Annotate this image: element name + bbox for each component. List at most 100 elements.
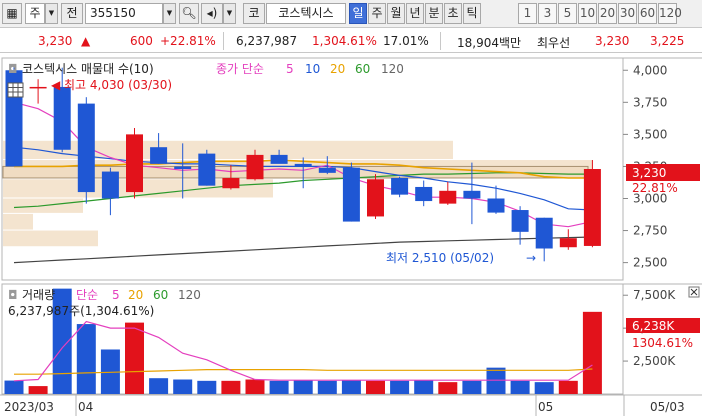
ma20-label: 20 xyxy=(330,62,345,76)
price-tick-label: 2,500 xyxy=(633,256,667,270)
volume-bar xyxy=(317,380,337,394)
candle-body xyxy=(126,134,143,193)
market-dropdown-arrow[interactable]: ▼ xyxy=(45,3,58,24)
interval-button-1[interactable]: 3 xyxy=(538,3,557,24)
volume-ratio: 1,304.61% xyxy=(312,34,377,48)
chart-menu-icon[interactable]: ▦ xyxy=(2,3,22,24)
volume-bar xyxy=(534,382,554,394)
period-tab-2[interactable]: 월 xyxy=(387,3,405,24)
high-arrow-icon: ◀ xyxy=(51,78,61,92)
volume-bar xyxy=(125,322,144,394)
volume-bar xyxy=(293,380,313,394)
volume-bar xyxy=(221,380,241,394)
best-ask-price: 3,230 xyxy=(595,34,630,48)
candle-body xyxy=(342,167,360,222)
search-icon[interactable]: 🔍︎ xyxy=(179,3,199,24)
candle-body xyxy=(77,103,95,193)
code-dropdown-arrow[interactable]: ▼ xyxy=(163,3,176,24)
interval-button-2[interactable]: 5 xyxy=(558,3,577,24)
volume-bar xyxy=(173,379,193,394)
current-pct-tag: 22.81% xyxy=(632,181,678,195)
volume-profile-band xyxy=(3,213,33,230)
price-tick-label: 4,000 xyxy=(633,63,667,77)
speaker-dropdown-arrow[interactable]: ▼ xyxy=(223,3,236,24)
volume-bar xyxy=(4,380,24,394)
stock-chart[interactable]: 4,0003,7503,5003,2503,0002,7502,500 ◘ 코스… xyxy=(0,54,702,417)
period-tab-6[interactable]: 틱 xyxy=(463,3,481,24)
price-chart-title: 코스텍시스 매물대 수(10) xyxy=(22,62,154,76)
x-label-april: 04 xyxy=(78,400,93,414)
ma120-label: 120 xyxy=(381,62,404,76)
volume-bar xyxy=(582,311,602,394)
period-tab-5[interactable]: 초 xyxy=(444,3,462,24)
volume-bar xyxy=(558,380,578,394)
candle-body xyxy=(415,186,433,202)
volume-ma-label: 단순 xyxy=(76,288,98,302)
candle-body xyxy=(559,238,577,248)
price-tick-label: 3,750 xyxy=(633,95,667,109)
period-tab-1[interactable]: 주 xyxy=(368,3,386,24)
candle-body xyxy=(391,177,409,195)
stock-name-field[interactable]: 코스텍시스 xyxy=(266,3,346,24)
price-tick-label: 2,750 xyxy=(633,224,667,238)
candle-body xyxy=(150,147,168,164)
candle-body xyxy=(367,179,384,217)
period-tab-0[interactable]: 일 xyxy=(349,3,367,24)
volume-tick-label: 7,500K xyxy=(633,288,676,302)
close-pane-icon[interactable] xyxy=(688,286,700,298)
up-arrow-icon: ▲ xyxy=(81,34,91,48)
quote-bar: 3,230 ▲ 600 +22.81% 6,237,987 1,304.61% … xyxy=(0,29,702,53)
ma5-label: 5 xyxy=(286,62,294,76)
candle-body xyxy=(294,163,312,167)
interval-button-7[interactable]: 120 xyxy=(658,3,682,24)
volume-bar xyxy=(197,380,217,394)
interval-button-3[interactable]: 10 xyxy=(578,3,597,24)
volume-bar xyxy=(76,324,96,394)
current-volume-tag-text: 6,238K xyxy=(632,319,675,333)
volume-bar xyxy=(390,380,410,394)
volume-tick-label: 2,500K xyxy=(633,354,676,368)
volume-ma120-label: 120 xyxy=(178,288,201,302)
turnover-rate: 17.01% xyxy=(383,34,429,48)
period-tab-3[interactable]: 년 xyxy=(406,3,424,24)
stock-code-input[interactable]: 355150 xyxy=(85,3,163,24)
current-price: 3,230 xyxy=(38,34,73,48)
candle-body xyxy=(198,153,216,186)
code-type-button[interactable]: 전 xyxy=(61,3,83,24)
volume-pct-tag: 1304.61% xyxy=(632,336,693,350)
table-icon[interactable] xyxy=(7,82,24,98)
candle-body xyxy=(246,154,264,180)
interval-button-0[interactable]: 1 xyxy=(518,3,537,24)
volume-bar xyxy=(149,378,169,394)
best-ask-label: 최우선 xyxy=(537,36,571,50)
high-annotation: 최고 4,030 (03/30) xyxy=(64,78,172,92)
volume-bar xyxy=(438,382,458,394)
candle-body xyxy=(535,217,553,249)
speaker-icon[interactable]: ◂) xyxy=(201,3,223,24)
candle-body xyxy=(487,198,505,213)
volume-bar xyxy=(269,380,289,394)
interval-button-4[interactable]: 20 xyxy=(598,3,617,24)
candle-body xyxy=(53,86,71,150)
x-label-may: 05 xyxy=(538,400,553,414)
svg-text:◘: ◘ xyxy=(8,62,18,76)
volume-bar xyxy=(486,367,506,394)
interval-button-5[interactable]: 30 xyxy=(618,3,637,24)
volume-bar xyxy=(245,379,265,394)
korean-toggle-button[interactable]: 코 xyxy=(243,3,265,24)
volume-summary: 6,237,987주(1,304.61%) xyxy=(8,304,154,318)
volume-profile-band xyxy=(3,230,98,247)
volume-ma20-label: 20 xyxy=(128,288,143,302)
period-tab-4[interactable]: 분 xyxy=(425,3,443,24)
market-select[interactable]: 주 xyxy=(25,3,45,24)
x-label-end: 05/03 xyxy=(650,400,685,414)
interval-button-6[interactable]: 60 xyxy=(638,3,657,24)
trade-amount: 18,904백만 xyxy=(457,36,522,50)
x-label-start: 2023/03 xyxy=(4,400,54,414)
toolbar: ▦ 주 ▼ 전 355150 ▼ 🔍︎ ◂) ▼ 코 코스텍시스 일주월년분초틱… xyxy=(0,0,702,28)
price-change: 600 xyxy=(130,34,153,48)
candle-body xyxy=(511,210,529,232)
volume-ma5-label: 5 xyxy=(112,288,120,302)
candle-body xyxy=(222,177,240,189)
low-arrow-icon: → xyxy=(526,251,536,265)
